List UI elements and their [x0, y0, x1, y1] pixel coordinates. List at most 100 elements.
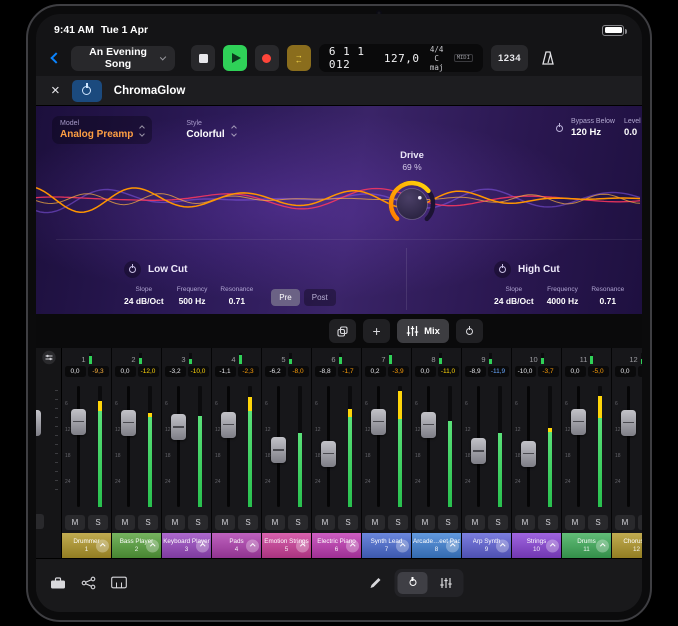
plugin-power-toggle[interactable]: [72, 80, 102, 102]
fader-handle[interactable]: [121, 410, 136, 436]
volume-readout[interactable]: 0,0: [565, 366, 586, 377]
solo-button[interactable]: S: [438, 515, 458, 530]
bypass-below-control[interactable]: Bypass Below 120 Hz: [556, 118, 615, 138]
volume-readout[interactable]: 0,0: [65, 366, 86, 377]
track-name-label[interactable]: Emotion Strings 5: [262, 533, 311, 558]
volume-readout[interactable]: -8,8: [315, 366, 336, 377]
solo-button[interactable]: S: [638, 515, 642, 530]
mute-button[interactable]: M: [315, 515, 335, 530]
solo-button[interactable]: S: [388, 515, 408, 530]
mute-button[interactable]: M: [215, 515, 235, 530]
mute-button[interactable]: M: [415, 515, 435, 530]
count-in-button[interactable]: 1234: [491, 45, 528, 71]
mute-button[interactable]: M: [615, 515, 635, 530]
solo-button[interactable]: S: [238, 515, 258, 530]
low-cut-pre-button[interactable]: Pre: [271, 289, 299, 306]
expand-chevron-icon[interactable]: [246, 539, 259, 552]
drive-knob[interactable]: [383, 174, 441, 232]
solo-button[interactable]: S: [88, 515, 108, 530]
metronome-button[interactable]: [536, 45, 560, 71]
mute-button[interactable]: M: [265, 515, 285, 530]
solo-button[interactable]: S: [288, 515, 308, 530]
expand-chevron-icon[interactable]: [96, 539, 109, 552]
high-cut-resonance[interactable]: Resonance 0.71: [591, 286, 624, 306]
solo-button[interactable]: S: [588, 515, 608, 530]
track-name-label[interactable]: Arp Synth 9: [462, 533, 511, 558]
fader-handle[interactable]: [371, 409, 386, 435]
keyboard-icon[interactable]: [111, 577, 127, 589]
volume-readout[interactable]: 0,0: [415, 366, 436, 377]
track-name-label[interactable]: Bass Player 2: [112, 533, 161, 558]
volume-readout[interactable]: -1,1: [215, 366, 236, 377]
toolbox-icon[interactable]: [50, 576, 66, 589]
fader-handle[interactable]: [521, 441, 536, 467]
track-name-label[interactable]: Arcade…eet Pad 8: [412, 533, 461, 558]
record-button[interactable]: [255, 45, 279, 71]
track-name-label[interactable]: Pads 4: [212, 533, 261, 558]
volume-readout[interactable]: 0,2: [365, 366, 386, 377]
track-name-label[interactable]: Keyboard Player 3: [162, 533, 211, 558]
back-button[interactable]: [48, 46, 63, 70]
expand-chevron-icon[interactable]: [496, 539, 509, 552]
low-cut-power-button[interactable]: [124, 261, 141, 278]
track-name-label[interactable]: Chorus V 12: [612, 533, 642, 558]
high-cut-frequency[interactable]: Frequency 4000 Hz: [547, 286, 579, 306]
expand-chevron-icon[interactable]: [346, 539, 359, 552]
routing-icon[interactable]: [81, 576, 96, 589]
solo-button[interactable]: S: [138, 515, 158, 530]
solo-button[interactable]: S: [338, 515, 358, 530]
volume-readout[interactable]: -10,0: [515, 366, 536, 377]
fader-handle[interactable]: [471, 438, 486, 464]
expand-chevron-icon[interactable]: [146, 539, 159, 552]
volume-readout[interactable]: -3,2: [165, 366, 186, 377]
cycle-button[interactable]: →←: [287, 45, 311, 71]
mute-button[interactable]: [36, 514, 44, 529]
volume-readout[interactable]: 0,0: [115, 366, 136, 377]
low-cut-frequency[interactable]: Frequency 500 Hz: [177, 286, 208, 306]
mute-button[interactable]: M: [165, 515, 185, 530]
high-cut-power-button[interactable]: [494, 261, 511, 278]
track-name-label[interactable]: Strings 10: [512, 533, 561, 558]
fader-handle[interactable]: [36, 410, 41, 436]
mute-button[interactable]: M: [465, 515, 485, 530]
solo-button[interactable]: S: [188, 515, 208, 530]
low-cut-slope[interactable]: Slope 24 dB/Oct: [124, 286, 164, 306]
track-name-label[interactable]: Electric Piano 6: [312, 533, 361, 558]
close-icon[interactable]: ×: [51, 83, 60, 98]
mute-button[interactable]: M: [515, 515, 535, 530]
fader-handle[interactable]: [271, 437, 286, 463]
fader-handle[interactable]: [221, 412, 236, 438]
low-cut-resonance[interactable]: Resonance 0.71: [220, 286, 253, 306]
plugin-power-view-button[interactable]: [398, 572, 428, 594]
fader-handle[interactable]: [571, 409, 586, 435]
fader-handle[interactable]: [421, 412, 436, 438]
fader-handle[interactable]: [621, 410, 636, 436]
expand-chevron-icon[interactable]: [296, 539, 309, 552]
edit-pencil-icon[interactable]: [369, 576, 383, 590]
expand-chevron-icon[interactable]: [596, 539, 609, 552]
lcd-display[interactable]: 6 1 1 012 127,0 4/4 C maj MIDI: [319, 44, 483, 72]
solo-button[interactable]: S: [538, 515, 558, 530]
track-name-label[interactable]: Drummer 1: [62, 533, 111, 558]
expand-chevron-icon[interactable]: [196, 539, 209, 552]
model-selector[interactable]: Model Analog Preamp: [52, 116, 152, 144]
fader-handle[interactable]: [71, 409, 86, 435]
mute-button[interactable]: M: [365, 515, 385, 530]
volume-readout[interactable]: -6,2: [265, 366, 286, 377]
track-name-label[interactable]: Synth Lead 7: [362, 533, 411, 558]
low-cut-post-button[interactable]: Post: [304, 289, 336, 306]
mix-view-button[interactable]: Mix: [397, 319, 449, 343]
style-selector[interactable]: Style Colorful: [178, 116, 243, 144]
expand-chevron-icon[interactable]: [546, 539, 559, 552]
add-track-button[interactable]: +: [363, 319, 390, 343]
fader-handle[interactable]: [171, 414, 186, 440]
strip-settings-icon[interactable]: [41, 350, 56, 368]
mixer-power-button[interactable]: [456, 319, 483, 343]
level-control[interactable]: Level 0.0: [624, 118, 641, 138]
track-name-label[interactable]: Drums 11: [562, 533, 611, 558]
stop-button[interactable]: [191, 45, 215, 71]
fader-handle[interactable]: [321, 441, 336, 467]
expand-chevron-icon[interactable]: [396, 539, 409, 552]
mute-button[interactable]: M: [565, 515, 585, 530]
high-cut-slope[interactable]: Slope 24 dB/Oct: [494, 286, 534, 306]
